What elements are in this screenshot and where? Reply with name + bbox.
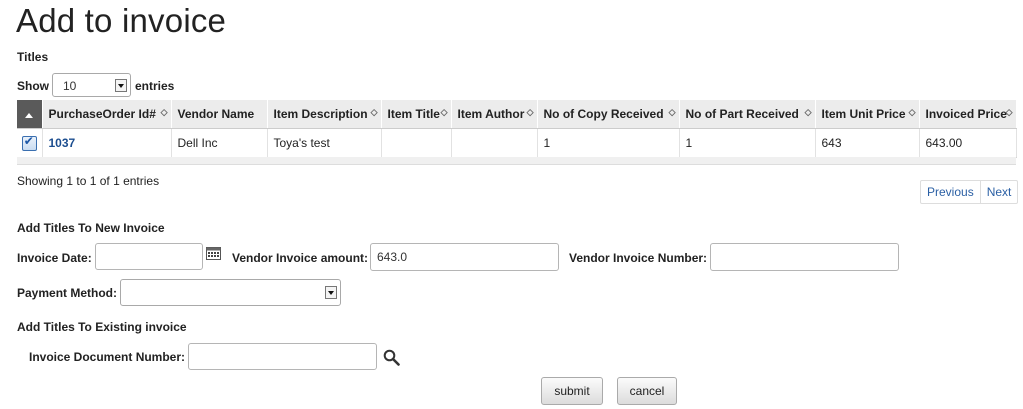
calendar-icon[interactable] — [206, 246, 221, 260]
sort-icon: ◇ — [440, 107, 448, 117]
cell-vendor-name: Dell Inc — [171, 128, 268, 158]
col-unit-price[interactable]: Item Unit Price ◇ — [815, 100, 920, 129]
doc-number-label: Invoice Document Number: — [29, 350, 186, 364]
cell-unit-price: 643 — [815, 128, 920, 158]
row-select-cell — [17, 128, 43, 158]
col-item-author[interactable]: Item Author ◇ — [451, 100, 538, 129]
sort-asc-icon — [25, 113, 34, 118]
table-info: Showing 1 to 1 of 1 entries — [17, 174, 160, 188]
vendor-number-label: Vendor Invoice Number: — [569, 251, 708, 265]
show-label: Show — [17, 79, 49, 93]
vendor-number-input[interactable] — [710, 243, 899, 271]
cell-parts-received: 1 — [679, 128, 816, 158]
cancel-button[interactable]: cancel — [617, 377, 677, 405]
col-invoiced-price[interactable]: Invoiced Price ◇ — [919, 100, 1017, 129]
titles-table: PurchaseOrder Id# ◇ Vendor Name Item Desc… — [17, 100, 1017, 158]
sort-icon: ◇ — [526, 107, 534, 117]
col-item-description[interactable]: Item Description ◇ — [267, 100, 382, 129]
row-checkbox[interactable] — [21, 134, 37, 151]
purchase-order-link[interactable]: 1037 — [49, 136, 76, 150]
invoice-date-input[interactable] — [95, 243, 203, 270]
next-page-button[interactable]: Next — [979, 181, 1018, 203]
table-header-row: PurchaseOrder Id# ◇ Vendor Name Item Desc… — [17, 100, 1017, 129]
titles-heading: Titles — [17, 50, 49, 64]
cell-purchase-order-id: 1037 — [42, 128, 172, 158]
entries-label: entries — [135, 79, 175, 93]
submit-button[interactable]: submit — [541, 377, 603, 405]
new-invoice-heading: Add Titles To New Invoice — [17, 221, 165, 235]
cell-item-author — [451, 128, 538, 158]
payment-method-label: Payment Method: — [17, 286, 118, 300]
col-purchase-order-id[interactable]: PurchaseOrder Id# ◇ — [42, 100, 172, 129]
dropdown-arrow-icon — [325, 286, 337, 299]
existing-invoice-heading: Add Titles To Existing invoice — [17, 320, 187, 334]
sort-icon: ◇ — [370, 107, 378, 117]
page-title: Add to invoice — [16, 2, 227, 39]
vendor-amount-input[interactable]: 643.0 — [370, 243, 559, 271]
sort-icon: ◇ — [908, 107, 916, 117]
search-icon[interactable] — [383, 349, 400, 366]
sort-icon: ◇ — [668, 107, 676, 117]
dropdown-arrow-icon — [115, 79, 127, 92]
payment-method-select[interactable] — [120, 279, 341, 306]
previous-page-button[interactable]: Previous — [921, 181, 980, 203]
col-copies-received[interactable]: No of Copy Received ◇ — [537, 100, 680, 129]
entries-per-page-select[interactable]: 10 — [52, 73, 131, 97]
doc-number-input[interactable] — [188, 343, 377, 370]
col-vendor-name[interactable]: Vendor Name — [171, 100, 268, 129]
cell-item-description: Toya's test — [267, 128, 382, 158]
sort-icon: ◇ — [804, 107, 812, 117]
sort-icon: ◇ — [160, 107, 168, 117]
cell-invoiced-price: 643.00 — [919, 128, 1017, 158]
sort-icon: ◇ — [1005, 107, 1013, 117]
table-row: 1037 Dell Inc Toya's test 1 1 643 643.00 — [17, 128, 1017, 158]
invoice-date-label: Invoice Date: — [17, 251, 92, 265]
table-footer-bar — [17, 157, 1016, 165]
vendor-amount-label: Vendor Invoice amount: — [232, 251, 369, 265]
cell-item-title — [381, 128, 452, 158]
cell-copies-received: 1 — [537, 128, 680, 158]
pagination: Previous Next — [920, 180, 1019, 204]
select-all-header[interactable] — [17, 100, 43, 129]
entries-per-page-value: 10 — [63, 79, 77, 93]
col-item-title[interactable]: Item Title ◇ — [381, 100, 452, 129]
col-parts-received[interactable]: No of Part Received ◇ — [679, 100, 816, 129]
